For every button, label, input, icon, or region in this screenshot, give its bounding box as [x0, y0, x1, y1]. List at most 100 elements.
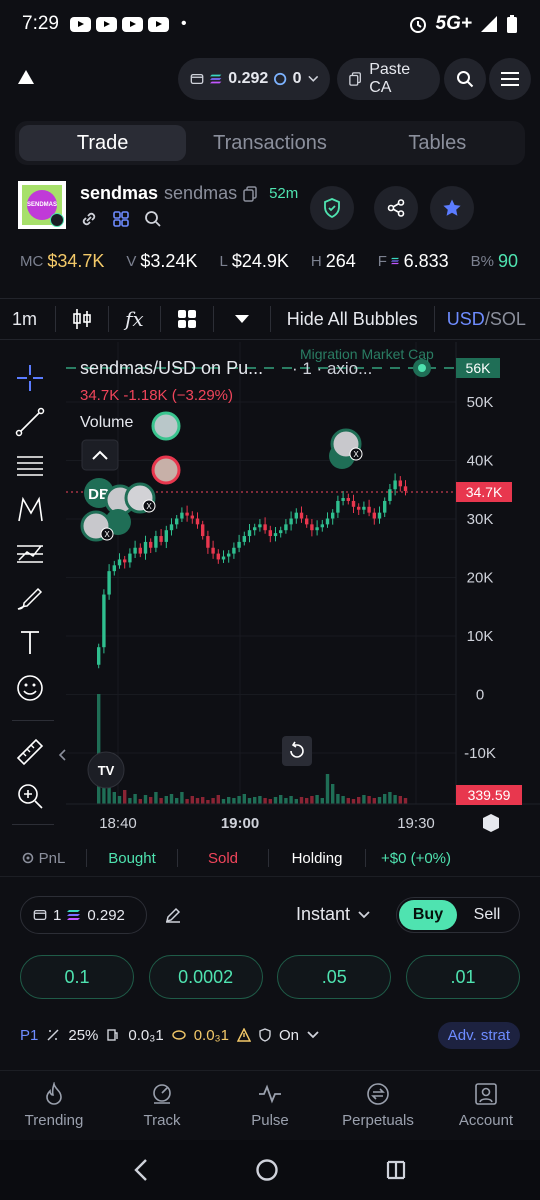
volume-bar	[377, 797, 382, 804]
coin-icon	[172, 1030, 186, 1040]
app-logo-icon[interactable]	[16, 68, 36, 86]
search-token-icon[interactable]	[144, 210, 162, 228]
nav-perpetuals[interactable]: Perpetuals	[324, 1082, 432, 1129]
edit-icon[interactable]	[164, 906, 182, 924]
candle	[383, 500, 387, 513]
nav-account-label: Account	[458, 1112, 514, 1129]
tab-trade[interactable]: Trade	[19, 125, 187, 161]
link-icon[interactable]	[80, 210, 98, 228]
solana-icon	[390, 257, 399, 265]
buy-toggle[interactable]: Buy	[399, 900, 457, 930]
trader-bubble[interactable]	[151, 455, 181, 485]
forecast-tool[interactable]	[10, 534, 50, 574]
pnl-toggle[interactable]: PnL	[0, 850, 86, 867]
sell-toggle[interactable]: Sell	[457, 906, 517, 924]
layout-grid-icon[interactable]	[177, 309, 197, 329]
trader-bubble[interactable]	[151, 411, 181, 441]
preset-count: 1	[53, 906, 62, 924]
trader-bubble[interactable]: X	[124, 482, 156, 514]
pump-badge-icon	[50, 213, 64, 227]
preset-wallet-selector[interactable]: 1 0.292	[20, 896, 147, 934]
adv-strat-button[interactable]: Adv. strat	[437, 1021, 520, 1049]
amount-button[interactable]: 0.1	[20, 955, 134, 999]
volume-bar	[164, 796, 168, 804]
candle	[206, 536, 210, 548]
order-mode-select[interactable]: Instant	[296, 904, 370, 925]
candle	[247, 530, 252, 537]
reset-chart-button[interactable]	[282, 736, 312, 766]
security-button[interactable]	[310, 186, 354, 230]
volume-label: V	[126, 252, 137, 270]
migration-label: Migration Market Cap	[300, 346, 434, 362]
preset-label[interactable]: P1	[20, 1027, 38, 1044]
battery-icon	[507, 15, 517, 33]
collapse-legend-button[interactable]	[81, 439, 119, 471]
youtube-notification-icon	[69, 16, 91, 32]
token-logo[interactable]: SENDMAS	[18, 181, 66, 229]
candle-type-icon[interactable]	[72, 307, 92, 331]
trendline-tool[interactable]	[10, 402, 50, 442]
measure-tool[interactable]	[10, 732, 50, 772]
watchlist-button[interactable]	[430, 186, 474, 230]
token-links	[80, 210, 162, 228]
pnl-value: +$0 (+0%)	[380, 849, 452, 867]
volume-bar	[149, 797, 153, 804]
amount-button[interactable]: .01	[405, 955, 520, 999]
current-price-value: 34.7K	[466, 484, 503, 500]
nav-track[interactable]: Track	[108, 1082, 216, 1129]
back-icon[interactable]	[133, 1158, 149, 1182]
tab-tables[interactable]: Tables	[354, 125, 521, 161]
recents-icon[interactable]	[385, 1159, 407, 1181]
hide-bubbles-button[interactable]: Hide All Bubbles	[287, 309, 418, 330]
caret-down-icon[interactable]	[234, 314, 250, 324]
volume-bar	[268, 799, 272, 804]
currency-toggle[interactable]: USD/SOL	[447, 309, 526, 330]
y-axis-tick: 30K	[467, 511, 494, 528]
candle	[195, 518, 200, 525]
tab-transactions[interactable]: Transactions	[186, 125, 353, 161]
fib-tool[interactable]	[10, 446, 50, 486]
trade-settings[interactable]: P1 25% 0.0₃1 0.0₃1 On Adv. strat	[20, 1021, 520, 1049]
emoji-tool[interactable]	[10, 668, 50, 708]
interval-select[interactable]: 1m	[12, 309, 37, 330]
text-icon	[21, 631, 39, 654]
nav-trending[interactable]: Trending	[0, 1082, 108, 1129]
nav-account[interactable]: Account	[432, 1082, 540, 1129]
trader-bubble[interactable]: X	[330, 428, 363, 461]
candle	[372, 512, 376, 519]
currency-usd[interactable]: USD	[447, 309, 485, 329]
bundle-icon[interactable]	[112, 210, 130, 228]
price-chart[interactable]: 50K 40K 30K 20K 10K 0 -10K 18:40 19:00 19:30 56K…	[66, 342, 540, 838]
search-button[interactable]	[444, 58, 486, 100]
chart-settings-icon[interactable]	[483, 814, 499, 832]
pair-title: sendmas/USD on Pu...	[80, 358, 263, 378]
candle	[346, 498, 350, 501]
volume-bar	[211, 798, 215, 804]
text-tool[interactable]	[10, 622, 50, 662]
currency-sol[interactable]: SOL	[490, 309, 526, 329]
candle	[284, 524, 288, 531]
points-icon	[274, 72, 287, 86]
nav-pulse[interactable]: Pulse	[216, 1082, 324, 1129]
pattern-tool[interactable]	[10, 490, 50, 530]
brush-tool[interactable]	[10, 578, 50, 618]
paste-ca-label: Paste CA	[369, 61, 411, 96]
crosshair-tool[interactable]	[10, 358, 50, 398]
amount-button[interactable]: .05	[277, 955, 392, 999]
shield-icon	[259, 1028, 271, 1042]
wallet-selector[interactable]: 0.292 0	[178, 58, 330, 100]
paste-ca-button[interactable]: Paste CA	[337, 58, 440, 100]
indicators-button[interactable]: fx	[125, 307, 144, 331]
candle	[180, 512, 184, 519]
volume-bar	[133, 794, 137, 804]
share-button[interactable]	[374, 186, 418, 230]
amount-button[interactable]: 0.0002	[148, 955, 263, 999]
menu-button[interactable]	[489, 58, 531, 100]
nav-track-label: Track	[143, 1112, 181, 1129]
zoom-tool[interactable]	[10, 776, 50, 816]
x-axis-tick: 19:00	[221, 815, 259, 832]
candle	[97, 647, 101, 665]
home-icon[interactable]	[255, 1158, 279, 1182]
copy-address-icon[interactable]	[243, 185, 257, 202]
candle	[107, 571, 111, 595]
